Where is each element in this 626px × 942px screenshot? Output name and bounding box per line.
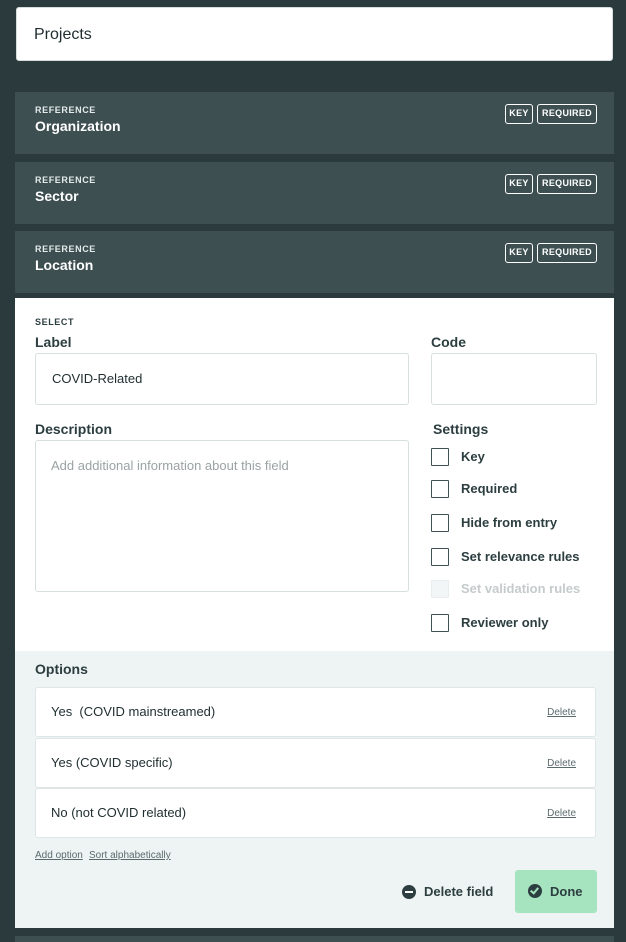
key-checkbox[interactable] [431,448,449,466]
option-label: Yes (COVID specific) [51,755,173,770]
key-badge: KEY [505,174,533,194]
option-row[interactable]: No (not COVID related) Delete [35,788,596,838]
option-row[interactable]: Yes (COVID mainstreamed) Delete [35,687,596,737]
label-input[interactable]: COVID-Related [35,353,409,405]
field-type-label: REFERENCE [35,244,96,254]
code-title: Code [431,334,466,350]
description-textarea[interactable]: Add additional information about this fi… [35,440,409,592]
option-label: Yes (COVID mainstreamed) [51,704,216,719]
hide-from-entry-checkbox[interactable] [431,514,449,532]
reference-field-sector[interactable]: REFERENCE Sector KEY REQUIRED [15,162,614,224]
setting-label: Required [461,481,518,496]
key-badge: KEY [505,104,533,124]
reference-field-location[interactable]: REFERENCE Location KEY REQUIRED [15,231,614,293]
delete-option-link[interactable]: Delete [547,808,576,819]
code-input[interactable] [431,353,597,405]
delete-option-link[interactable]: Delete [547,707,576,718]
setting-label: Set validation rules [461,581,581,596]
setting-label: Key [461,449,485,464]
required-badge: REQUIRED [537,174,597,194]
required-badge: REQUIRED [537,243,597,263]
reference-field-organization[interactable]: REFERENCE Organization KEY REQUIRED [15,92,614,154]
delete-option-link[interactable]: Delete [547,758,576,769]
field-type-label: REFERENCE [35,175,96,185]
setting-label: Set relevance rules [461,549,580,564]
done-button[interactable]: Done [515,870,597,913]
options-section: Options Yes (COVID mainstreamed) Delete … [15,651,614,928]
field-name: Sector [35,188,79,204]
key-badge: KEY [505,243,533,263]
add-option-link[interactable]: Add option [35,850,83,861]
field-name: Organization [35,118,121,134]
label-title: Label [35,334,72,350]
delete-field-label: Delete field [424,884,494,899]
description-title: Description [35,421,113,437]
field-type-label: SELECT [35,317,75,327]
required-checkbox[interactable] [431,480,449,498]
check-circle-icon [528,884,542,898]
option-row[interactable]: Yes (COVID specific) Delete [35,738,596,788]
description-placeholder: Add additional information about this fi… [51,458,289,473]
minus-circle-icon [402,885,416,899]
field-editor-panel: SELECT Label COVID-Related Code Descript… [15,298,614,928]
settings-title: Settings [433,421,489,437]
form-title-text: Projects [34,26,92,43]
required-badge: REQUIRED [537,104,597,124]
label-input-value: COVID-Related [52,371,143,386]
relevance-rules-checkbox[interactable] [431,548,449,566]
validation-rules-checkbox [431,580,449,598]
next-field-row[interactable] [15,936,614,942]
setting-label: Reviewer only [461,615,549,630]
form-title-input[interactable]: Projects [16,7,613,61]
field-name: Location [35,257,94,273]
options-title: Options [35,661,88,677]
sort-alphabetically-link[interactable]: Sort alphabetically [89,850,171,861]
field-type-label: REFERENCE [35,105,96,115]
setting-label: Hide from entry [461,515,558,530]
done-label: Done [550,884,583,899]
option-label: No (not COVID related) [51,805,187,820]
reviewer-only-checkbox[interactable] [431,614,449,632]
